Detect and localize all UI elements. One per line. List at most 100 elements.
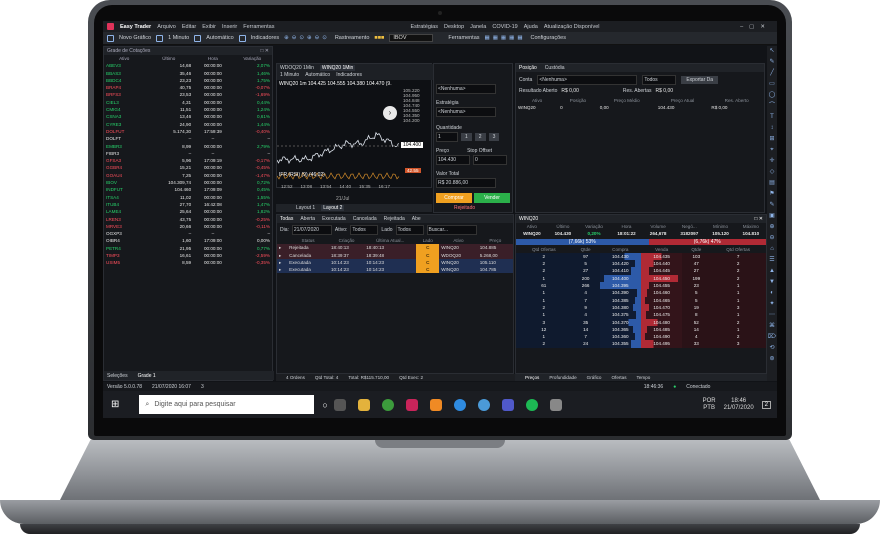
orders-tab-all[interactable]: Todas xyxy=(280,216,293,222)
ladder-col[interactable]: Qtd Ofertas xyxy=(710,246,766,253)
book-col[interactable]: Ativo xyxy=(516,223,548,230)
qty-preset-1[interactable]: 1 xyxy=(461,133,472,141)
expand-icon[interactable]: ▸ xyxy=(277,266,287,273)
easytrader-icon[interactable] xyxy=(405,398,418,411)
quote-row[interactable]: BRFS3 23,53 00:00:00 -1,69% xyxy=(104,91,272,98)
quote-row[interactable]: CMIG4 11,51 00:00:00 1,24% xyxy=(104,106,272,113)
ladder-col[interactable]: Qtde xyxy=(572,246,600,253)
quote-row[interactable]: USIM5 8,59 00:00:00 -0,35% xyxy=(104,259,272,266)
quote-row[interactable]: DOLFT – – – xyxy=(104,135,272,142)
book-col[interactable]: Variação xyxy=(578,223,610,230)
ladder-row[interactable]: 1 7 104.360 104.490 4 2 xyxy=(516,333,766,341)
cortana-icon[interactable]: ○ xyxy=(322,400,327,410)
symbol-input[interactable]: IBOV xyxy=(389,34,434,42)
windows-start-icon[interactable]: ⊞ xyxy=(111,399,119,410)
tracking-icon[interactable]: ■■■ xyxy=(374,35,384,41)
quote-row[interactable]: GOAU4 7,25 00:00:00 -1,47% xyxy=(104,172,272,179)
quote-row[interactable]: GGBR4 15,21 00:00:00 -0,45% xyxy=(104,164,272,171)
teams-icon[interactable] xyxy=(501,398,514,411)
menu-view[interactable]: Exibir xyxy=(202,24,216,30)
quote-row[interactable]: CIEL3 4,31 00:00:00 0,44% xyxy=(104,99,272,106)
orders-tab-rejected[interactable]: Rejeitada xyxy=(384,216,405,222)
export-button[interactable]: Exportar Da xyxy=(681,76,719,84)
ladder-row[interactable]: 1 200 104.400 104.450 199 2 xyxy=(516,274,766,283)
orders-tab-more[interactable]: Abe xyxy=(412,216,421,222)
book-tab[interactable]: Gráfico xyxy=(587,375,602,380)
ladder-row[interactable]: 3 35 104.370 104.480 52 2 xyxy=(516,318,766,326)
quote-row[interactable]: EMBR3 8,99 00:00:00 2,79% xyxy=(104,143,272,150)
account-select[interactable]: <Nenhuma> xyxy=(436,84,496,94)
ord-col[interactable]: Preço xyxy=(478,237,513,244)
sell-button[interactable]: Vender xyxy=(474,193,510,203)
menu-window[interactable]: Janela xyxy=(470,24,486,30)
indicators-button[interactable]: Indicadores xyxy=(251,35,279,41)
ord-col[interactable]: Última Atual... xyxy=(364,237,416,244)
book-col[interactable]: Máximo xyxy=(736,223,766,230)
settings-icon[interactable] xyxy=(549,398,562,411)
menu-covid[interactable]: COVID-19 xyxy=(492,24,517,30)
menu-update[interactable]: Atualização Disponível xyxy=(544,24,600,30)
edge-icon[interactable] xyxy=(477,398,490,411)
tools-button[interactable]: Ferramentas xyxy=(448,35,479,41)
menu-tools[interactable]: Ferramentas xyxy=(243,24,274,30)
tools-icons[interactable]: ▦▦▦▦▦ xyxy=(485,35,526,41)
quote-row[interactable]: OGXP3 – – – xyxy=(104,230,272,237)
quote-row[interactable]: PETR4 21,95 00:00:00 0,77% xyxy=(104,245,272,252)
chrome-icon[interactable] xyxy=(381,398,394,411)
position-filter[interactable]: Todos xyxy=(642,75,677,85)
tab-position[interactable]: Posição xyxy=(519,65,537,71)
quote-row[interactable]: BBDC4 23,23 00:00:00 1,75% xyxy=(104,77,272,84)
ladder-row[interactable]: 12 14 104.365 104.485 14 1 xyxy=(516,325,766,334)
order-row[interactable]: ▸ Executada 10:14:23 10:14:23 C WINQ20 104.785 xyxy=(277,266,513,274)
quote-row[interactable]: LAME4 25,64 00:00:00 1,82% xyxy=(104,208,272,215)
quote-row[interactable]: CSNA3 13,46 00:00:00 0,61% xyxy=(104,113,272,120)
menu-desktop[interactable]: Desktop xyxy=(444,24,464,30)
ord-col[interactable]: Status xyxy=(287,237,329,244)
menu-insert[interactable]: Inserir xyxy=(222,24,237,30)
settings-button[interactable]: Configurações xyxy=(531,35,566,41)
tab-layout-1[interactable]: Layout 1 xyxy=(296,205,315,211)
quote-row[interactable]: TIMP3 16,61 00:00:00 -2,59% xyxy=(104,252,272,259)
side-filter[interactable]: Todos xyxy=(395,225,424,235)
menu-file[interactable]: Arquivo xyxy=(157,24,176,30)
quote-row[interactable]: IBOV 104.309,74 00:00:00 0,72% xyxy=(104,179,272,186)
tab-grid-1[interactable]: Grade 1 xyxy=(138,373,156,379)
app-icon[interactable] xyxy=(429,398,442,411)
pos-col-position[interactable]: Posição xyxy=(558,97,598,104)
position-account-select[interactable]: <Nenhuma> xyxy=(537,75,638,85)
interval-select[interactable]: 1 Minuto xyxy=(168,35,189,41)
book-tab[interactable]: Profundidade xyxy=(549,375,576,380)
col-time[interactable]: Hora xyxy=(193,55,233,62)
quote-row[interactable]: GFSA3 5,96 17:09:19 -0,17% xyxy=(104,157,272,164)
orders-tab-canceled[interactable]: Cancelada xyxy=(353,216,377,222)
asset-filter[interactable]: Todos xyxy=(350,225,379,235)
quote-row[interactable]: BBAS3 35,46 00:00:00 1,46% xyxy=(104,70,272,77)
auto-select[interactable]: Automático xyxy=(206,35,234,41)
spotify-icon[interactable] xyxy=(525,398,538,411)
quote-row[interactable]: MRVE3 20,66 00:00:00 -0,11% xyxy=(104,223,272,230)
strategy-select[interactable]: <Nenhuma> xyxy=(436,107,496,117)
ladder-row[interactable]: 2 27 104.410 104.445 27 2 xyxy=(516,267,766,275)
ladder-col[interactable]: Qtd Ofertas xyxy=(516,246,572,253)
price-input[interactable]: 104.430 xyxy=(436,155,470,165)
position-row[interactable]: WINQ20 0 0,00 104.430 R$ 0,00 xyxy=(516,104,764,111)
panel-controls-icon[interactable]: □ ✕ xyxy=(260,48,269,54)
orders-tab-executed[interactable]: Executada xyxy=(322,216,346,222)
qty-preset-3[interactable]: 3 xyxy=(488,133,500,141)
expand-icon[interactable]: ▸ xyxy=(277,259,287,266)
new-chart-button[interactable]: Novo Gráfico xyxy=(119,35,151,41)
quote-row[interactable]: DOLFUT 5.174,30 17:59:39 -0,40% xyxy=(104,128,272,135)
quote-row[interactable]: BRAP4 40,75 00:00:00 -0,07% xyxy=(104,84,272,91)
browser-icon[interactable] xyxy=(453,398,466,411)
ord-col[interactable]: Lado xyxy=(416,237,439,244)
drawing-toolbar[interactable]: ↖ ✎ ╱ ▭ ◯ ⌒ T ↕ ⊞ ⌖ ✛ ◇ ▤ ⚑ ✎ ▣ ⊕ ⊖ ⌂ ☰ ▲ ▼ ◐ ✦ ⋯ ⌘ ⌦ ⟲ ⊛ xyxy=(767,46,777,381)
book-tab[interactable]: Preços xyxy=(525,375,539,380)
menu-help[interactable]: Ajuda xyxy=(524,24,538,30)
col-last[interactable]: Último xyxy=(144,55,193,62)
col-change[interactable]: Variação xyxy=(233,55,272,62)
chart-tab-wdo[interactable]: WDOQ20 1Min xyxy=(280,65,314,71)
notification-icon[interactable]: 2 xyxy=(761,400,771,409)
stop-input[interactable]: 0 xyxy=(473,155,507,165)
ladder-row[interactable]: 2 5 104.420 104.440 47 2 xyxy=(516,260,766,268)
quote-row[interactable]: ITUB4 27,70 16:42:08 1,47% xyxy=(104,201,272,208)
